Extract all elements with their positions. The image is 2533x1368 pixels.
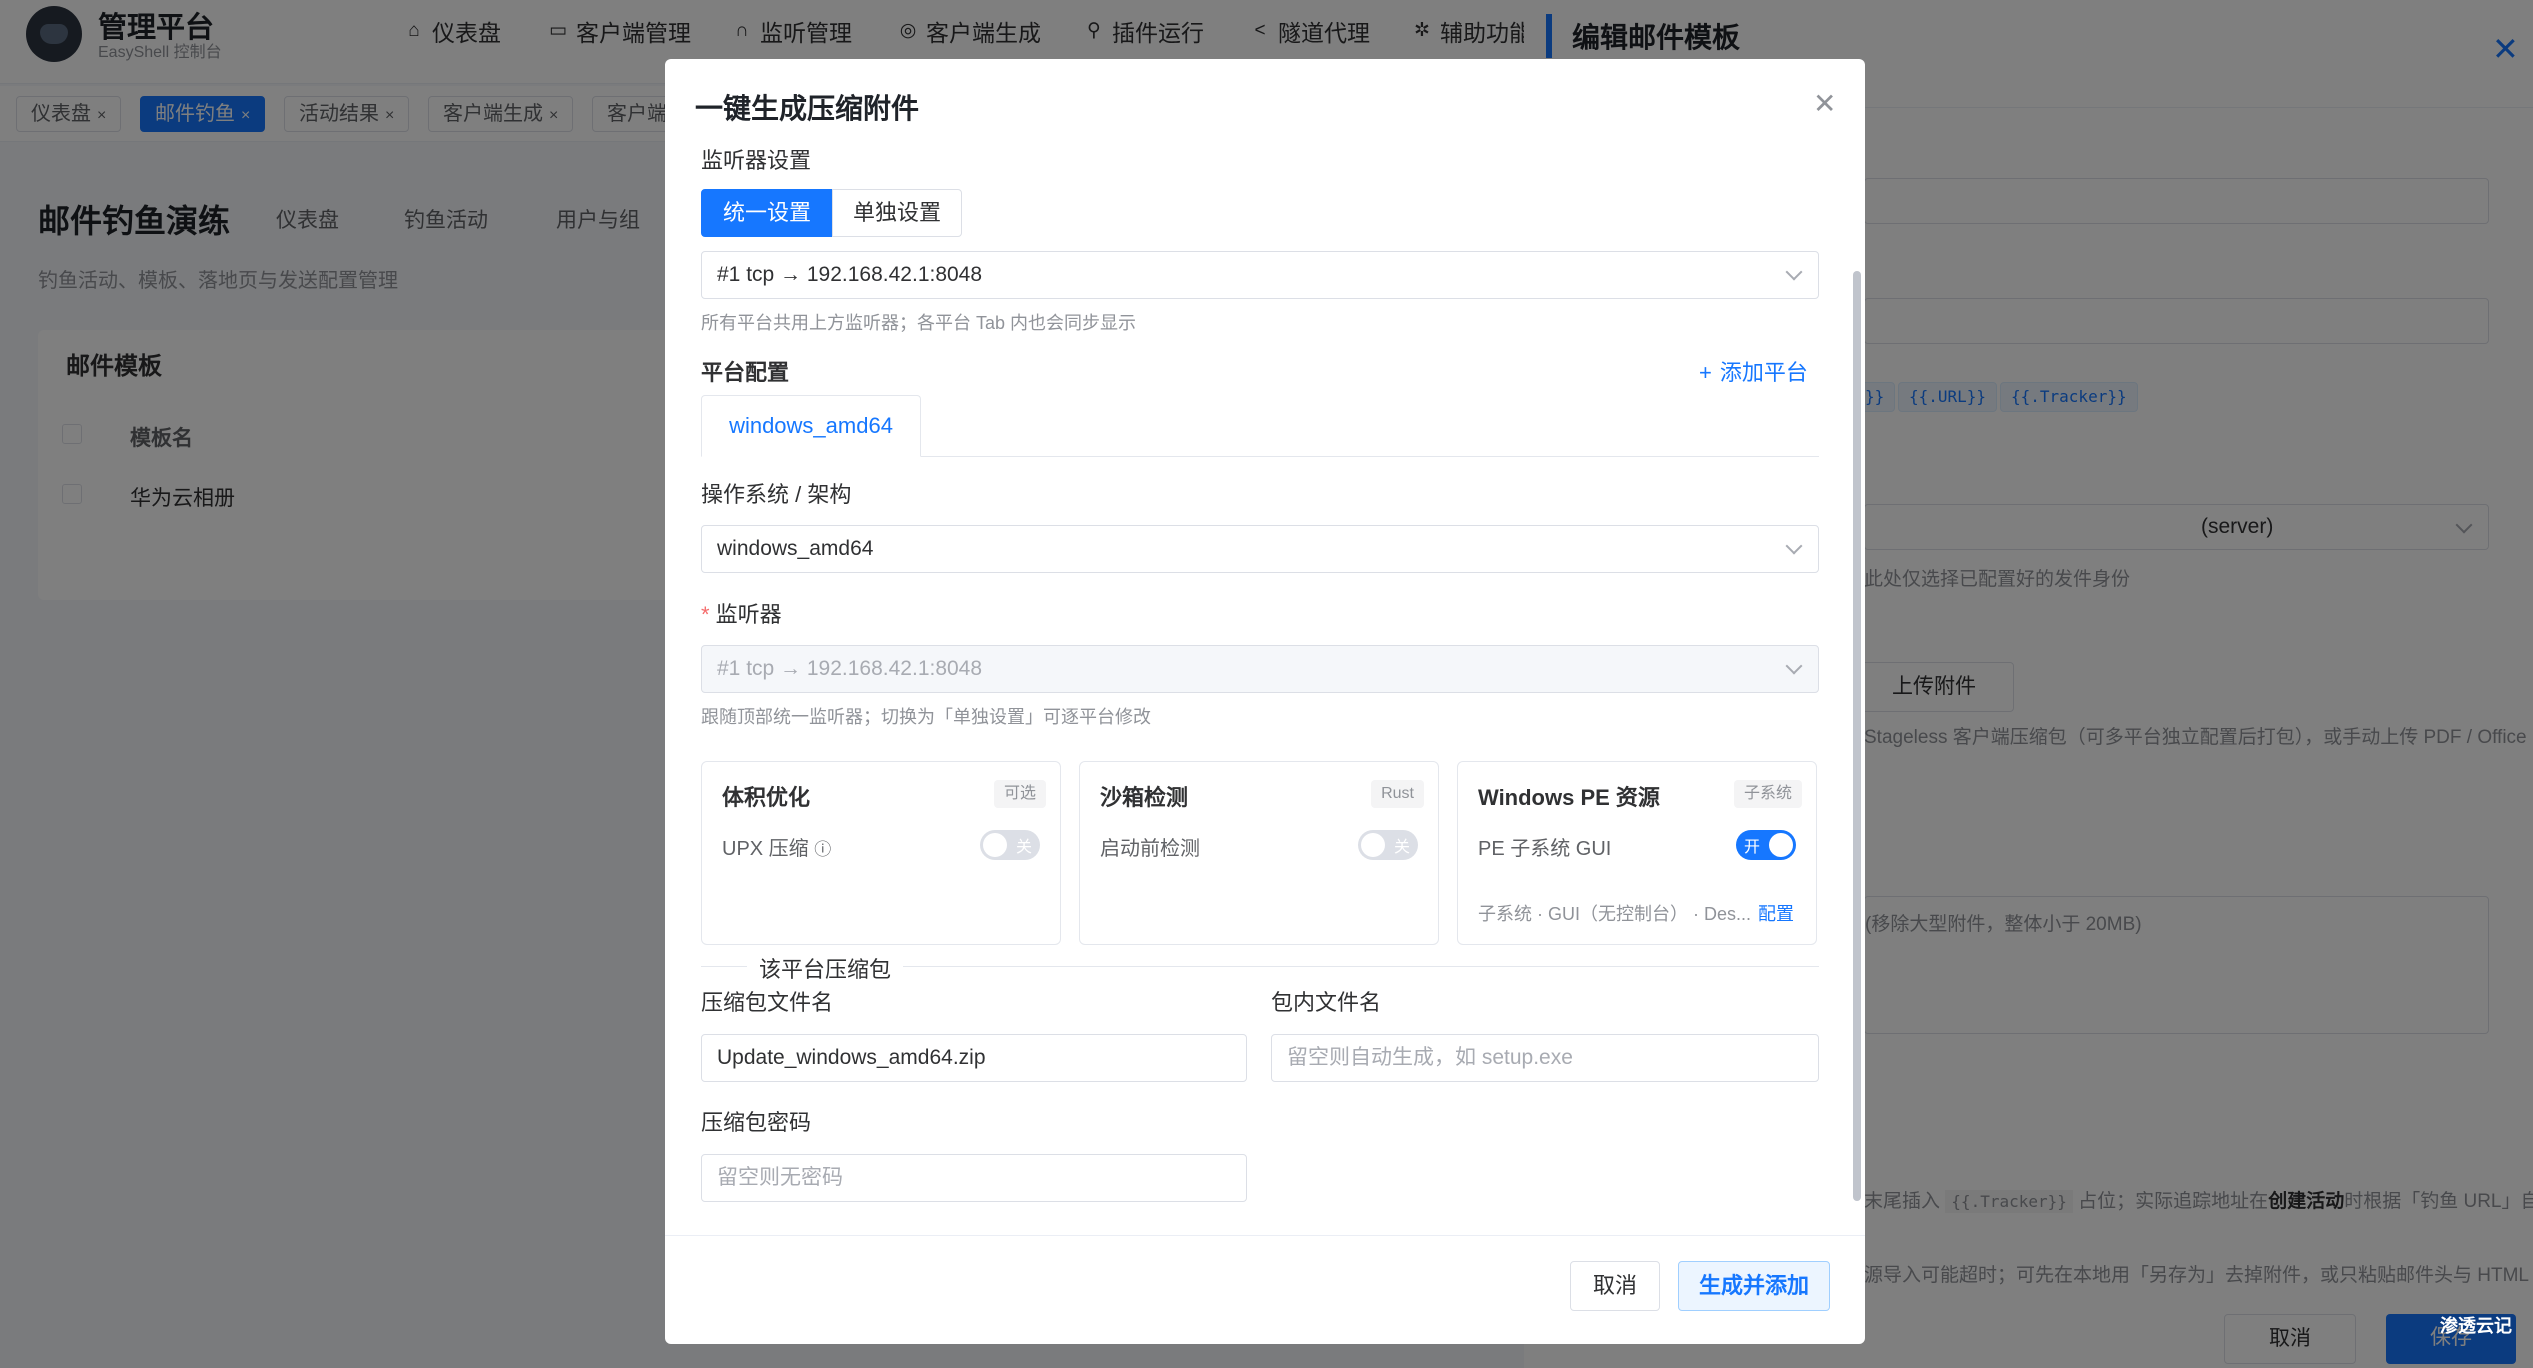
toggle-knob — [1361, 833, 1385, 857]
platform-listener-hint: 跟随顶部统一监听器；切换为「单独设置」可逐平台修改 — [701, 707, 1151, 727]
feature-label: PE 子系统 GUI — [1478, 838, 1612, 860]
password-input[interactable]: 留空则无密码 — [701, 1154, 1247, 1202]
feature-label: UPX 压缩 ⓘ — [722, 832, 831, 861]
footer-divider — [665, 1235, 1865, 1236]
feature-title: Windows PE 资源 — [1478, 785, 1660, 810]
os-arch-label: 操作系统 / 架构 — [701, 482, 852, 507]
feature-title: 沙箱检测 — [1100, 785, 1189, 810]
plus-icon: + — [1699, 360, 1712, 385]
toggle-text: 关 — [1015, 839, 1032, 856]
watermark: 渗透云记 — [2440, 1316, 2512, 1336]
listener-label: * 监听器 — [701, 597, 782, 629]
app-root: 管理平台 EasyShell 控制台 ⌂仪表盘 ▭客户端管理 ∩监听管理 ◎客户… — [0, 0, 2533, 1368]
platform-section-title: 平台配置 — [701, 360, 790, 385]
add-platform-button[interactable]: + 添加平台 — [1699, 355, 1808, 387]
feature-tag: Rust — [1371, 780, 1424, 808]
listener-section-title: 监听器设置 — [701, 148, 812, 173]
dialog-scrollbar[interactable] — [1853, 271, 1861, 1201]
global-listener-hint: 所有平台共用上方监听器；各平台 Tab 内也会同步显示 — [701, 313, 1137, 333]
upx-label: UPX 压缩 — [722, 838, 809, 860]
close-icon[interactable]: ✕ — [1813, 87, 1836, 120]
toggle-knob — [1769, 833, 1793, 857]
segment-unified[interactable]: 统一设置 — [701, 189, 833, 237]
inner-name-label: 包内文件名 — [1271, 990, 1382, 1015]
toggle-knob — [983, 833, 1007, 857]
feature-card-sandbox: 沙箱检测 Rust 启动前检测 关 — [1079, 761, 1439, 945]
feature-tag: 子系统 — [1733, 780, 1802, 808]
cancel-button[interactable]: 取消 — [1570, 1261, 1660, 1311]
add-platform-label: 添加平台 — [1719, 360, 1808, 385]
global-listener-select[interactable]: #1 tcp → 192.168.42.1:8048 — [701, 251, 1819, 299]
tab-windows-amd64[interactable]: windows_amd64 — [701, 395, 921, 457]
segment-individual[interactable]: 单独设置 — [832, 189, 962, 237]
archive-name-input[interactable]: Update_windows_amd64.zip — [701, 1034, 1247, 1082]
generate-archive-dialog: 一键生成压缩附件 ✕ 监听器设置 统一设置 单独设置 #1 tcp → 192.… — [665, 59, 1865, 1344]
info-icon[interactable]: ⓘ — [814, 840, 831, 859]
os-arch-value: windows_amd64 — [717, 537, 874, 560]
generate-and-add-button[interactable]: 生成并添加 — [1678, 1261, 1830, 1311]
feature-label: 启动前检测 — [1100, 838, 1200, 860]
dialog-title: 一键生成压缩附件 — [695, 93, 920, 124]
upx-toggle[interactable]: 关 — [980, 830, 1040, 860]
feature-title: 体积优化 — [722, 785, 811, 810]
feature-card-size-opt: 体积优化 可选 UPX 压缩 ⓘ 关 — [701, 761, 1061, 945]
inner-name-input[interactable]: 留空则自动生成，如 setup.exe — [1271, 1034, 1819, 1082]
feature-desc: 子系统 · GUI（无控制台） · Des... — [1478, 904, 1752, 924]
global-listener-value: #1 tcp → 192.168.42.1:8048 — [717, 263, 983, 286]
chevron-down-icon — [1785, 263, 1803, 281]
configure-link[interactable]: 配置 — [1758, 900, 1794, 926]
platform-listener-select: #1 tcp → 192.168.42.1:8048 — [701, 645, 1819, 693]
archive-name-label: 压缩包文件名 — [701, 990, 834, 1015]
chevron-down-icon — [1785, 537, 1803, 555]
sandbox-toggle[interactable]: 关 — [1358, 830, 1418, 860]
os-arch-select[interactable]: windows_amd64 — [701, 525, 1819, 573]
archive-section-title: 该平台压缩包 — [747, 952, 904, 984]
required-asterisk: * — [701, 602, 710, 627]
toggle-text: 关 — [1393, 839, 1410, 856]
chevron-down-icon — [1785, 657, 1803, 675]
pe-gui-toggle[interactable]: 开 — [1736, 830, 1796, 860]
platform-listener-value: #1 tcp → 192.168.42.1:8048 — [717, 657, 983, 680]
listener-label-text: 监听器 — [715, 602, 782, 627]
feature-tag: 可选 — [993, 780, 1046, 808]
password-label: 压缩包密码 — [701, 1110, 812, 1135]
feature-card-pe-resource: Windows PE 资源 子系统 PE 子系统 GUI 开 子系统 · GUI… — [1457, 761, 1817, 945]
toggle-text: 开 — [1744, 839, 1761, 856]
